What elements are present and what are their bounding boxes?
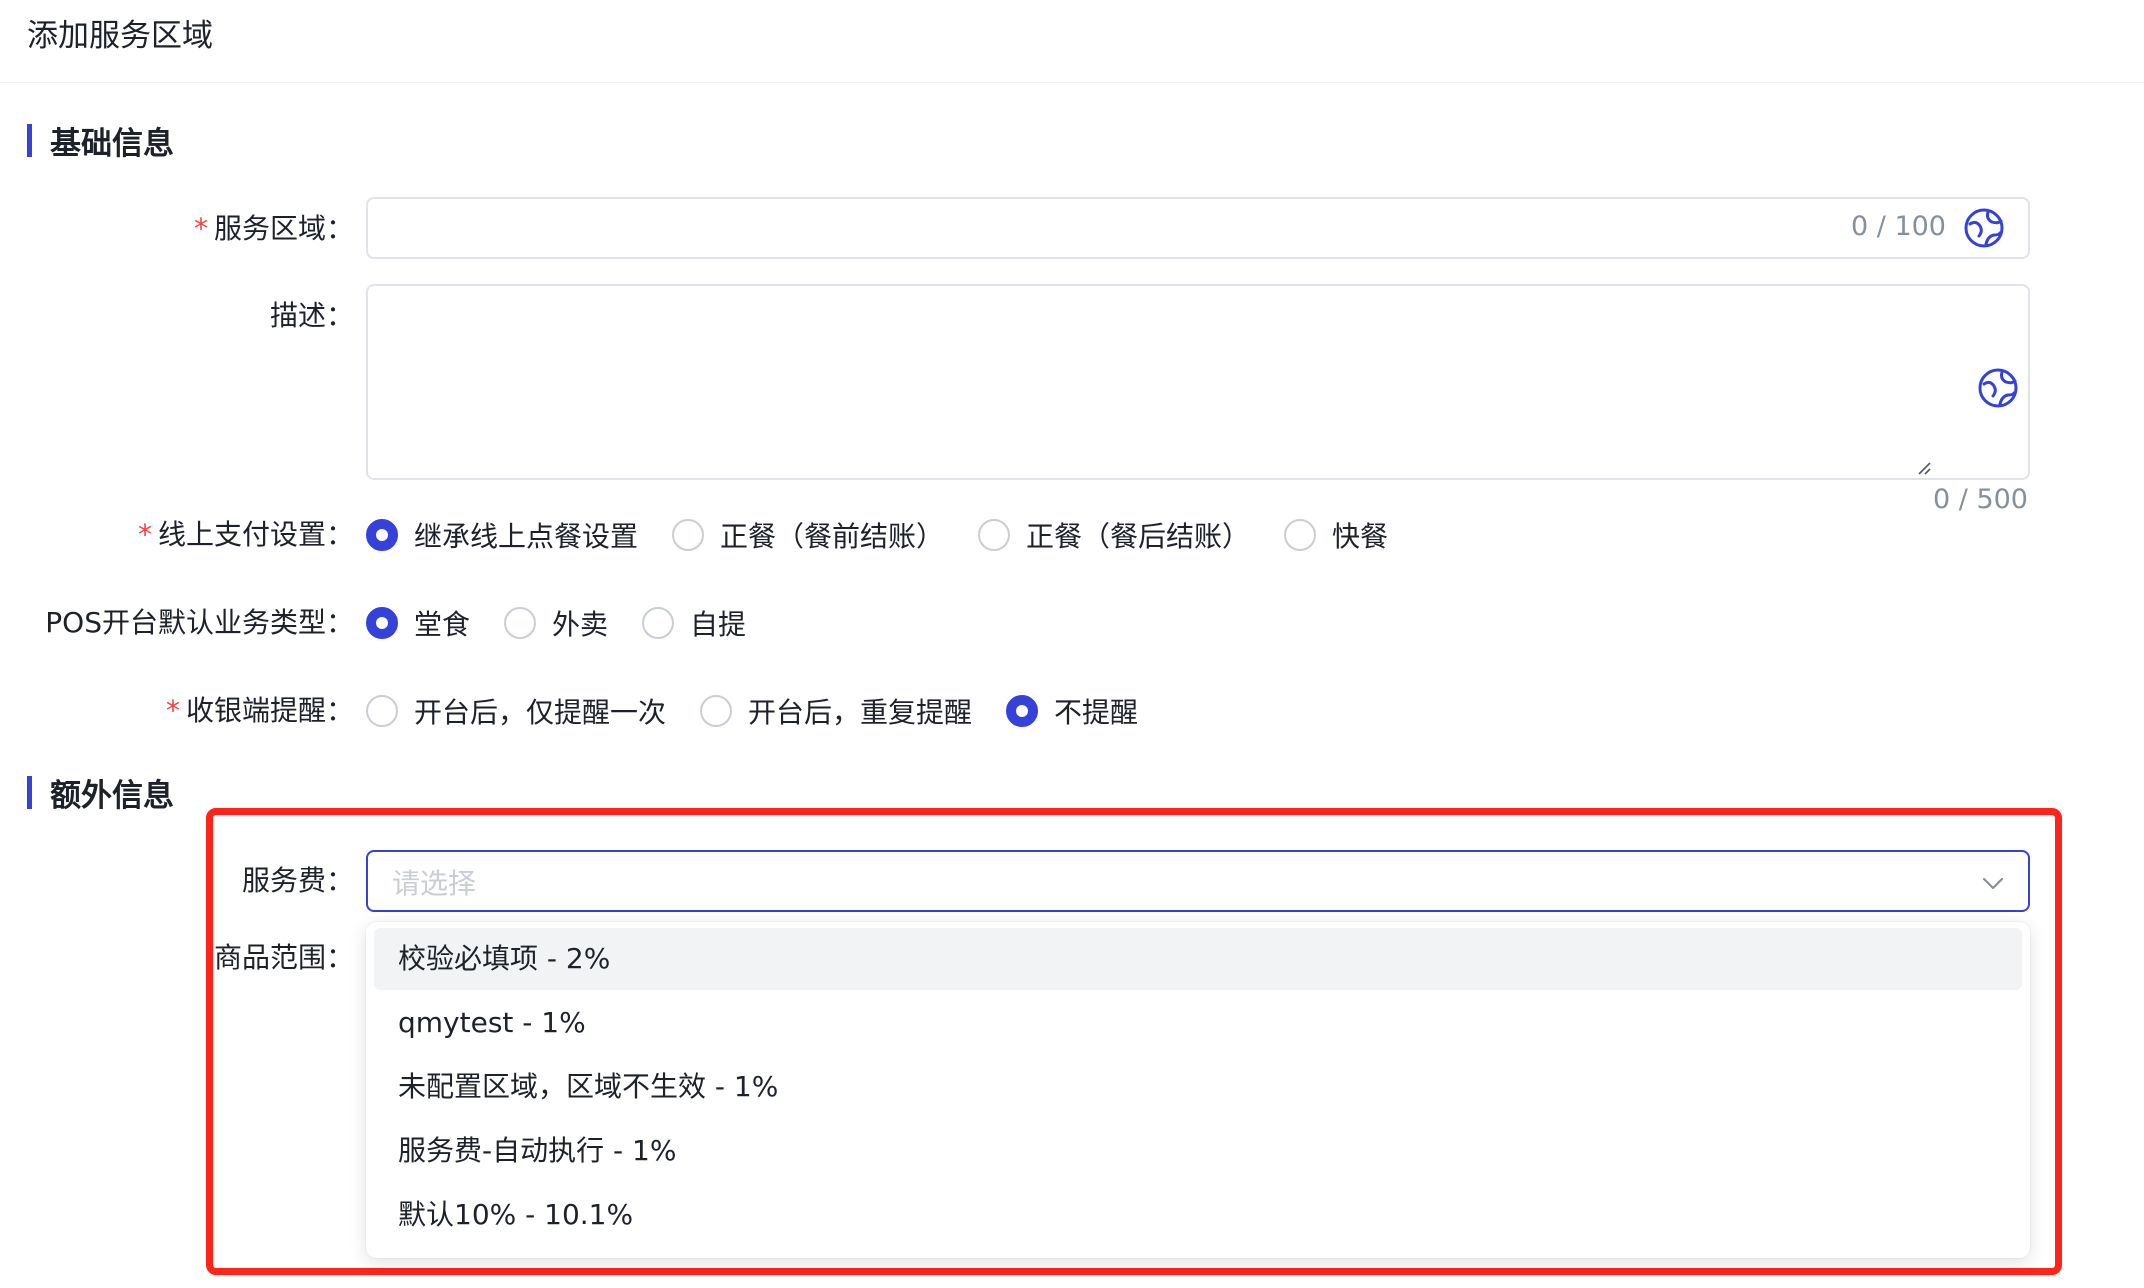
radio-circle[interactable]: [366, 607, 398, 639]
service-fee-label: 服务费：: [241, 864, 354, 897]
online-payment-radio-1[interactable]: 正餐（餐前结账）: [672, 515, 944, 555]
section-accent-bar: [27, 775, 32, 809]
radio-circle[interactable]: [672, 519, 705, 551]
online-payment-radio-2[interactable]: 正餐（餐后结账）: [978, 515, 1250, 555]
online-payment-radio-3[interactable]: 快餐: [1284, 515, 1388, 555]
section-title-extra: 额外信息: [27, 775, 174, 814]
radio-circle[interactable]: [1006, 695, 1039, 727]
radio-label: 正餐（餐后结账）: [1026, 520, 1251, 553]
radio-circle[interactable]: [978, 519, 1011, 551]
radio-circle[interactable]: [366, 695, 398, 727]
page-title: 添加服务区域: [27, 18, 213, 54]
globe-icon[interactable]: [1976, 366, 2020, 410]
description-textarea[interactable]: [366, 284, 2030, 480]
radio-circle[interactable]: [1284, 519, 1317, 551]
section-title-basic: 基础信息: [27, 123, 174, 162]
service-area-input[interactable]: 0 / 100: [366, 197, 2030, 259]
radio-label: 堂食: [414, 608, 471, 641]
globe-icon[interactable]: [1962, 206, 2006, 250]
radio-label: 外卖: [552, 608, 609, 641]
service-area-label: * 服务区域：: [193, 212, 354, 245]
pos-default-label: POS开台默认业务类型：: [45, 606, 354, 639]
description-label: 描述：: [269, 299, 354, 332]
radio-label: 开台后，仅提醒一次: [414, 696, 667, 729]
online-payment-label: * 线上支付设置：: [137, 518, 354, 551]
dropdown-option[interactable]: qmytest - 1%: [374, 992, 2022, 1054]
cashier-reminder-radio-group: 开台后，仅提醒一次 开台后，重复提醒 不提醒: [366, 691, 1172, 731]
radio-circle[interactable]: [504, 607, 537, 639]
radio-circle[interactable]: [700, 695, 733, 727]
chevron-down-icon[interactable]: [1980, 870, 2006, 896]
online-payment-radio-group: 继承线上点餐设置 正餐（餐前结账） 正餐（餐后结账） 快餐: [366, 515, 1422, 555]
service-fee-select[interactable]: 请选择: [366, 850, 2030, 912]
radio-label: 正餐（餐前结账）: [720, 520, 945, 553]
cashier-reminder-radio-0[interactable]: 开台后，仅提醒一次: [366, 691, 666, 731]
pos-default-radio-group: 堂食 外卖 自提: [366, 603, 780, 643]
product-scope-label: 商品范围：: [213, 941, 354, 974]
radio-label: 不提醒: [1054, 696, 1139, 729]
service-fee-dropdown: 校验必填项 - 2% qmytest - 1% 未配置区域，区域不生效 - 1% 服务…: [366, 922, 2030, 1258]
service-area-counter: 0 / 100: [1851, 211, 1946, 242]
dropdown-option[interactable]: 默认10% - 10.1%: [374, 1184, 2022, 1246]
radio-circle[interactable]: [642, 607, 675, 639]
cashier-reminder-radio-1[interactable]: 开台后，重复提醒: [700, 691, 972, 731]
cashier-reminder-label: * 收银端提醒：: [165, 694, 354, 727]
required-mark: *: [193, 212, 208, 245]
cashier-reminder-radio-2[interactable]: 不提醒: [1006, 691, 1138, 731]
section-title-extra-text: 额外信息: [50, 777, 174, 814]
pos-default-radio-1[interactable]: 外卖: [504, 603, 608, 643]
dropdown-option[interactable]: 校验必填项 - 2%: [374, 928, 2022, 990]
page-header: 添加服务区域: [0, 0, 2144, 83]
radio-circle[interactable]: [366, 519, 398, 551]
radio-label: 自提: [690, 608, 747, 641]
dropdown-option[interactable]: 服务费-自动执行 - 1%: [374, 1120, 2022, 1182]
radio-label: 开台后，重复提醒: [748, 696, 973, 729]
pos-default-radio-0[interactable]: 堂食: [366, 603, 470, 643]
resize-handle-icon[interactable]: [1916, 460, 1932, 476]
radio-label: 快餐: [1332, 520, 1389, 553]
pos-default-radio-2[interactable]: 自提: [642, 603, 746, 643]
online-payment-radio-0[interactable]: 继承线上点餐设置: [366, 515, 638, 555]
dropdown-option[interactable]: 未配置区域，区域不生效 - 1%: [374, 1056, 2022, 1118]
section-title-basic-text: 基础信息: [50, 125, 174, 162]
service-fee-placeholder: 请选择: [392, 867, 477, 900]
description-counter: 0 / 500: [1933, 484, 2028, 515]
section-accent-bar: [27, 123, 32, 157]
radio-label: 继承线上点餐设置: [414, 520, 639, 553]
